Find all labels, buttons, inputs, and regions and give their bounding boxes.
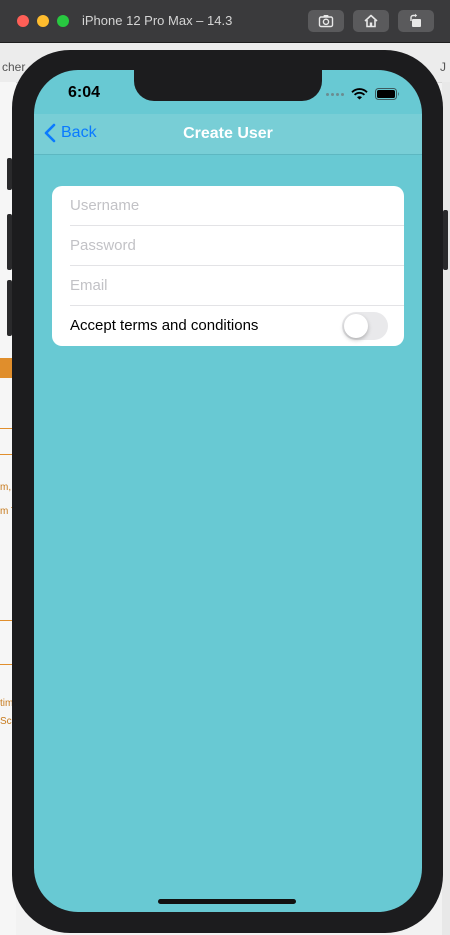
- background-text: cher: [2, 60, 26, 74]
- password-input[interactable]: [70, 226, 390, 265]
- terms-label: Accept terms and conditions: [70, 317, 259, 334]
- status-time: 6:04: [68, 84, 101, 101]
- rotate-icon: [410, 13, 421, 27]
- terms-toggle[interactable]: [342, 312, 388, 340]
- simulator-titlebar: iPhone 12 Pro Max – 14.3: [0, 0, 450, 43]
- email-input[interactable]: [70, 266, 390, 305]
- toggle-knob: [344, 314, 368, 338]
- home-indicator[interactable]: [158, 899, 296, 904]
- background-text: m,: [0, 482, 12, 493]
- volume-up-button: [7, 214, 12, 270]
- close-window-button[interactable]: [17, 15, 29, 27]
- minimize-window-button[interactable]: [37, 15, 49, 27]
- username-input[interactable]: [70, 186, 390, 225]
- home-icon: [364, 14, 378, 28]
- background-text: J: [440, 60, 446, 74]
- wifi-icon: [351, 88, 368, 100]
- page-title: Create User: [183, 125, 273, 142]
- email-row: [70, 266, 404, 306]
- rotate-button[interactable]: [398, 10, 434, 32]
- screenshot-button[interactable]: [308, 10, 344, 32]
- username-row: [70, 186, 404, 226]
- create-user-form: Accept terms and conditions: [52, 186, 404, 346]
- terms-row: Accept terms and conditions: [70, 306, 404, 346]
- password-row: [70, 226, 404, 266]
- volume-down-button: [7, 280, 12, 336]
- notch: [134, 70, 322, 101]
- status-icons: [326, 88, 400, 100]
- camera-icon: [318, 15, 334, 28]
- navigation-bar: Back Create User: [34, 114, 422, 155]
- power-button: [443, 210, 448, 270]
- app-screen: 6:04 Back Create User Username Email Acc…: [34, 70, 422, 912]
- signal-dots-icon: [326, 92, 344, 96]
- zoom-window-button[interactable]: [57, 15, 69, 27]
- window-title: iPhone 12 Pro Max – 14.3: [82, 13, 233, 28]
- mute-switch: [7, 158, 12, 190]
- home-button[interactable]: [353, 10, 389, 32]
- battery-icon: [375, 88, 399, 100]
